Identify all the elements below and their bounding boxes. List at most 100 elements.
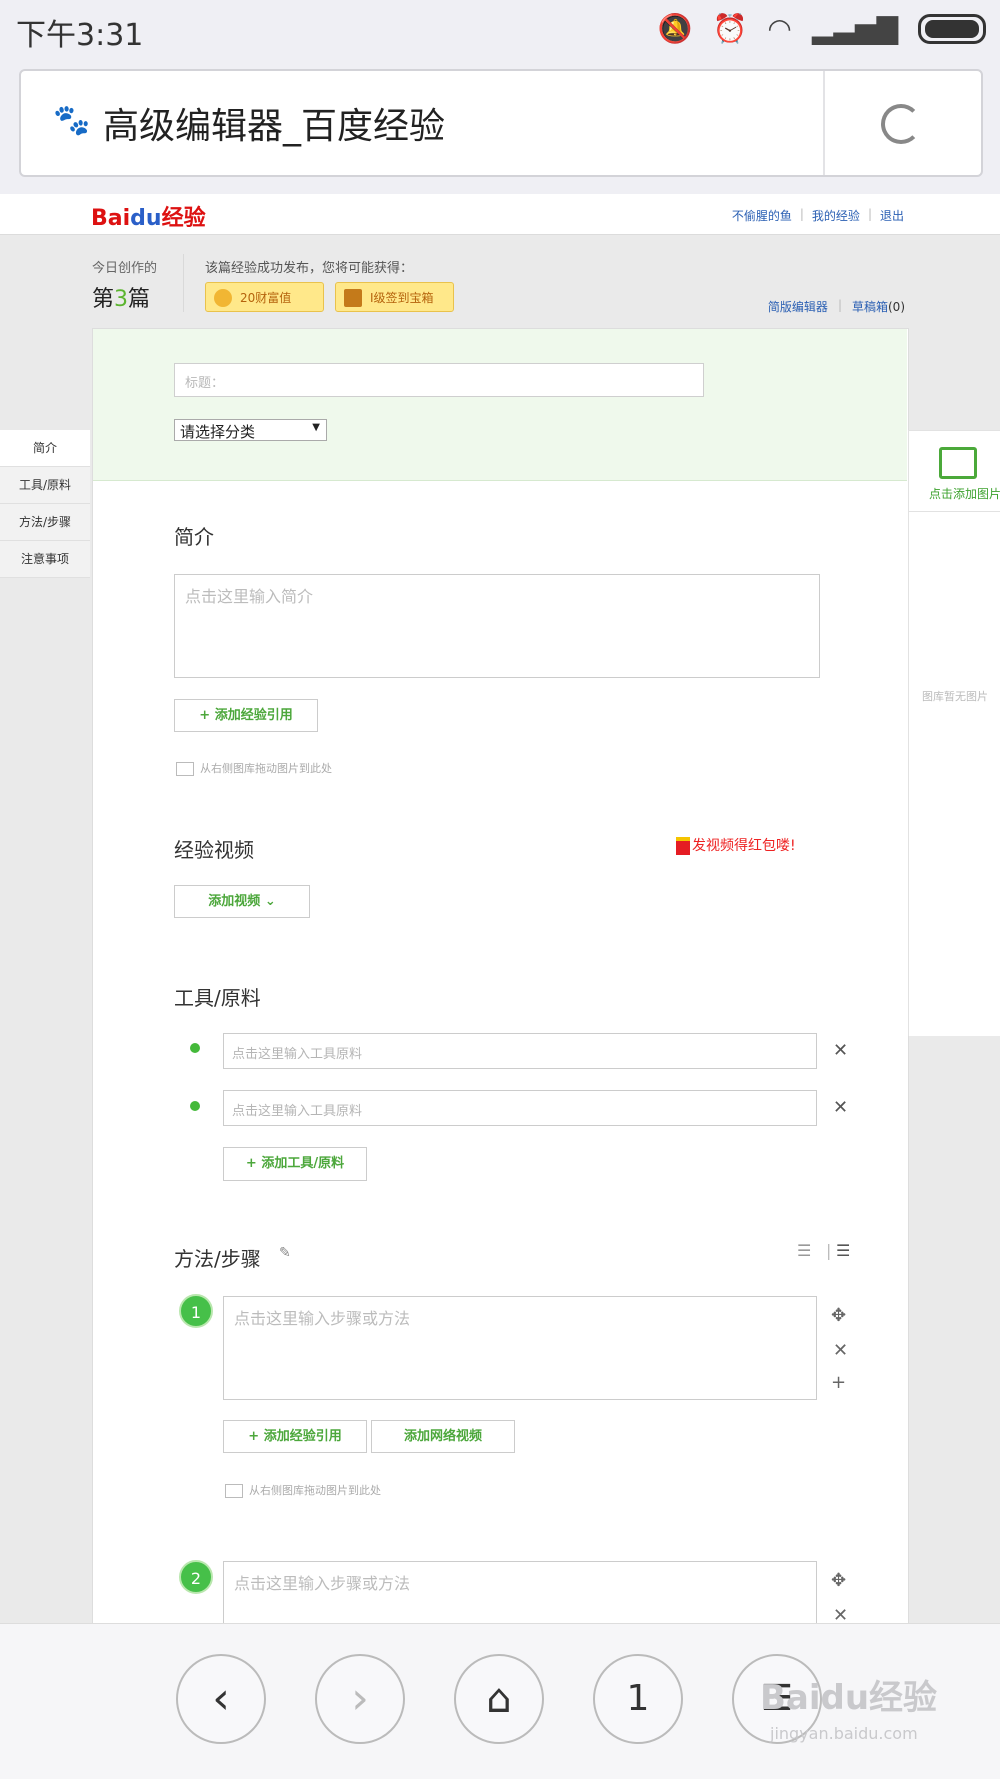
chevron-left-icon: ‹ — [212, 1673, 230, 1724]
move-step-icon[interactable]: ✥ — [831, 1305, 846, 1326]
steps-heading: 方法/步骤 — [174, 1247, 261, 1271]
drafts-count: (0) — [888, 300, 905, 314]
back-button[interactable]: ‹ — [176, 1654, 266, 1744]
battery-icon — [918, 13, 986, 44]
address-bar[interactable]: 🐾 高级编辑器_百度经验 — [19, 69, 983, 177]
reload-icon[interactable] — [881, 104, 921, 144]
forward-button[interactable]: › — [315, 1654, 405, 1744]
bullet-dot — [190, 1043, 200, 1053]
tools-heading: 工具/原料 — [174, 986, 261, 1010]
site-logo[interactable]: Baidu经验 — [91, 200, 206, 232]
drafts-link[interactable]: 草稿箱(0) — [852, 298, 905, 315]
wealth-badge-label: 20财富值 — [240, 291, 292, 305]
chest-badge-label: I级签到宝箱 — [370, 291, 434, 305]
wealth-badge: 20财富值 — [205, 282, 324, 312]
add-video-label: 添加视频 — [208, 894, 261, 909]
step-number: 1 — [179, 1294, 213, 1328]
title-input[interactable]: 标题： — [174, 363, 704, 397]
chest-badge: I级签到宝箱 — [335, 282, 454, 312]
add-video-button[interactable]: 添加视频 ⌄ — [174, 885, 310, 918]
baidu-paw-icon: 🐾 — [53, 103, 91, 138]
intro-textarea[interactable]: 点击这里输入简介 — [174, 574, 820, 678]
my-experience-link[interactable]: 我的经验 — [812, 207, 860, 224]
tabs-button[interactable]: 1 — [593, 1654, 683, 1744]
home-button[interactable]: ⌂ — [454, 1654, 544, 1744]
logo-text-bai: Bai — [91, 206, 131, 231]
treasure-chest-icon — [344, 289, 362, 307]
pencil-icon[interactable]: ✎ — [279, 1245, 291, 1261]
chevron-down-icon: ⌄ — [264, 894, 276, 909]
today-number: 3 — [114, 287, 129, 312]
status-time: 下午3:31 — [16, 18, 144, 53]
image-drop-icon — [176, 762, 194, 776]
category-value: 请选择分类 — [180, 423, 256, 441]
logo-text-du: du — [130, 206, 162, 231]
tabs-count: 1 — [626, 1678, 650, 1719]
alarm-icon: ⏰ — [712, 12, 748, 45]
add-image-icon — [939, 447, 977, 479]
signal-icon: ▂▃▅▇ — [811, 12, 898, 45]
intro-heading: 简介 — [174, 525, 214, 549]
category-select[interactable]: 请选择分类 ▼ — [174, 419, 327, 441]
nav-item-notes[interactable]: 注意事项 — [0, 541, 90, 578]
title-area — [93, 329, 907, 481]
add-image-button[interactable]: 点击添加图片 — [908, 430, 1000, 512]
remove-tool-icon[interactable]: ✕ — [833, 1040, 848, 1061]
logo-text-jingyan: 经验 — [161, 206, 206, 231]
video-promo-link[interactable]: 发视频得红包喽! — [676, 835, 796, 855]
step-add-reference-button[interactable]: + 添加经验引用 — [223, 1420, 367, 1453]
step-textarea[interactable]: 点击这里输入步骤或方法 — [223, 1296, 817, 1400]
link-separator: | — [799, 207, 804, 221]
tool-input[interactable]: 点击这里输入工具原料 — [223, 1090, 817, 1126]
nav-item-steps[interactable]: 方法/步骤 — [0, 504, 90, 541]
nav-item-tools[interactable]: 工具/原料 — [0, 467, 90, 504]
today-count: 第3篇 — [92, 281, 150, 313]
username-link[interactable]: 不偷腥的鱼 — [732, 207, 792, 224]
dropdown-arrow-icon: ▼ — [312, 422, 320, 433]
link-separator: | — [867, 207, 872, 221]
video-promo-text: 发视频得红包喽! — [692, 838, 796, 854]
add-tool-button[interactable]: + 添加工具/原料 — [223, 1147, 367, 1181]
intro-drag-hint: 从右侧图库拖动图片到此处 — [176, 760, 332, 776]
step-drag-hint-text: 从右侧图库拖动图片到此处 — [249, 1484, 381, 1497]
watermark: Baidu经验 — [760, 1678, 938, 1718]
ordered-list-icon[interactable]: ☰ — [797, 1241, 811, 1260]
stats-divider — [183, 254, 184, 312]
step-number: 2 — [179, 1560, 213, 1594]
drafts-label: 草稿箱 — [851, 300, 888, 314]
move-step-icon[interactable]: ✥ — [831, 1570, 846, 1591]
page-title: 高级编辑器_百度经验 — [103, 106, 446, 147]
step-drag-hint: 从右侧图库拖动图片到此处 — [225, 1482, 381, 1498]
link-separator: | — [837, 298, 842, 312]
reward-label: 该篇经验成功发布，您将可能获得： — [205, 261, 414, 276]
today-prefix: 第 — [92, 287, 115, 312]
add-web-video-button[interactable]: 添加网络视频 — [371, 1420, 515, 1453]
today-suffix: 篇 — [128, 287, 151, 312]
today-label: 今日创作的 — [92, 261, 158, 276]
chevron-right-icon: › — [351, 1673, 369, 1724]
remove-step-icon[interactable]: ✕ — [833, 1340, 848, 1361]
wifi-icon: ◠ — [767, 12, 792, 45]
gallery-empty-text: 图库暂无图片 — [922, 690, 988, 703]
remove-tool-icon[interactable]: ✕ — [833, 1097, 848, 1118]
red-envelope-icon — [676, 837, 690, 855]
list-separator: | — [826, 1241, 832, 1260]
add-reference-button[interactable]: + 添加经验引用 — [174, 699, 318, 732]
nav-item-intro[interactable]: 简介 — [0, 430, 90, 467]
tool-input[interactable]: 点击这里输入工具原料 — [223, 1033, 817, 1069]
video-heading: 经验视频 — [174, 838, 254, 862]
watermark-url: jingyan.baidu.com — [770, 1724, 918, 1743]
unordered-list-icon[interactable]: ☰ — [836, 1241, 850, 1260]
editor-links: 简版编辑器 | 草稿箱(0) — [768, 298, 905, 315]
add-image-label: 点击添加图片 — [929, 487, 1000, 501]
add-step-icon[interactable]: + — [831, 1372, 846, 1393]
image-drop-icon — [225, 1484, 243, 1498]
intro-drag-hint-text: 从右侧图库拖动图片到此处 — [200, 762, 332, 775]
address-divider — [823, 71, 825, 175]
simple-editor-link[interactable]: 简版编辑器 — [768, 298, 828, 315]
bullet-dot — [190, 1101, 200, 1111]
mute-icon: 🔕 — [657, 12, 693, 45]
logout-link[interactable]: 退出 — [880, 207, 904, 224]
home-icon: ⌂ — [486, 1676, 512, 1722]
section-nav: 简介 工具/原料 方法/步骤 注意事项 — [0, 430, 90, 578]
